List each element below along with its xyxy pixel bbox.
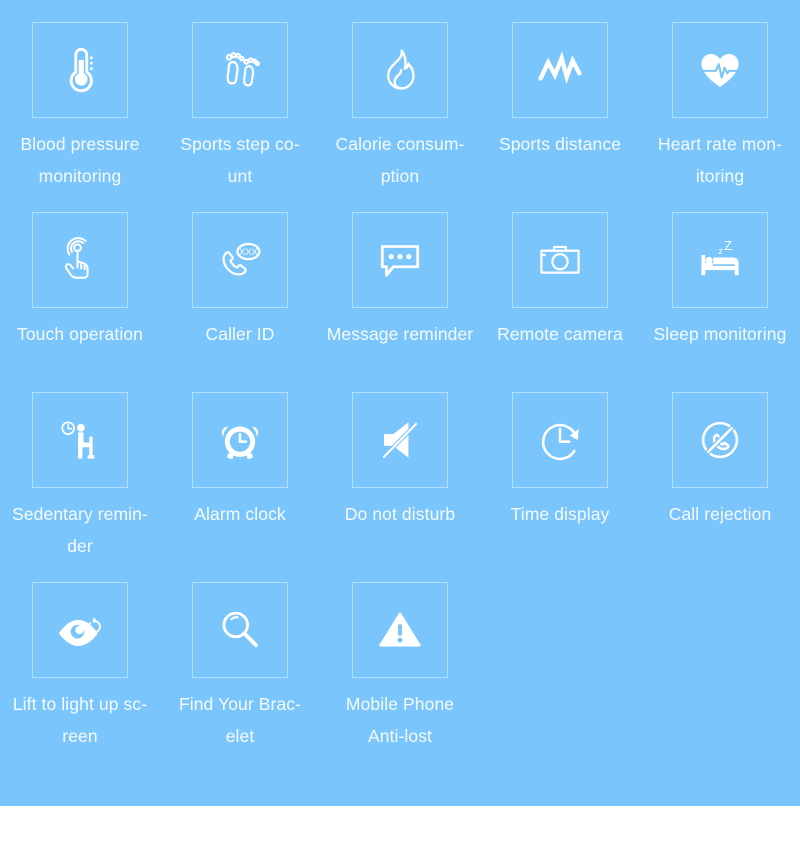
phone-blocked-icon [701,421,739,459]
feature-label: Message reminder [326,324,474,344]
feature-cell-sedentary-reminder[interactable]: Sedentary remin- der [0,392,160,582]
footprints-icon [225,52,260,87]
feature-cell-alarm-clock[interactable]: Alarm clock [160,392,320,582]
feature-label: Touch operation [16,324,144,344]
icon-box[interactable] [352,212,448,308]
feature-label: Sports step co- unt [180,134,300,186]
feature-cell-sleep-monitoring[interactable]: z Z Sleep monitoring [640,212,800,392]
feature-label: Remote camera [497,324,623,344]
feature-board: Blood pressure monitoring Sports step co… [0,0,800,850]
camera-icon [540,245,580,274]
icon-box[interactable] [672,392,768,488]
feature-label: Sleep monitoring [653,324,787,344]
feature-cell-heart-rate-monitoring[interactable]: Heart rate mon- itoring [640,22,800,212]
icon-box[interactable] [512,22,608,118]
icon-box[interactable] [32,22,128,118]
icon-box[interactable] [352,22,448,118]
feature-cell-do-not-disturb[interactable]: Do not disturb [320,392,480,582]
feature-label: Sports distance [498,134,622,154]
heart-pulse-icon [700,53,740,87]
feature-cell-blood-pressure-monitoring[interactable]: Blood pressure monitoring [0,22,160,212]
caller-id-badge-text: XXX [239,247,258,257]
feature-cell-mobile-phone-anti-lost[interactable]: Mobile Phone Anti-lost [320,582,480,772]
icon-box[interactable] [352,392,448,488]
feature-cell-sports-distance[interactable]: Sports distance [480,22,640,212]
feature-label: Do not disturb [344,504,456,524]
feature-label: Blood pressure monitoring [20,134,140,186]
icon-box[interactable]: z Z [672,212,768,308]
feature-cell-touch-operation[interactable]: Touch operation [0,212,160,392]
feature-cell-time-display[interactable]: Time display [480,392,640,582]
feature-label: Mobile Phone Anti-lost [345,694,455,746]
feature-cell-call-rejection[interactable]: Call rejection [640,392,800,582]
feature-cell-sports-step-count[interactable]: Sports step co- unt [160,22,320,212]
sitting-person-clock-icon [61,421,95,459]
icon-box[interactable] [192,22,288,118]
sleep-z-large: Z [724,239,732,253]
icon-box[interactable]: XXX [192,212,288,308]
icon-box[interactable] [672,22,768,118]
feature-label: Sedentary remin- der [12,504,148,556]
feature-label: Find Your Brac- elet [178,694,302,746]
icon-box[interactable] [192,582,288,678]
touch-hand-icon [64,237,89,279]
icon-box[interactable] [192,392,288,488]
icon-box[interactable] [32,212,128,308]
feature-label: Lift to light up sc- reen [12,694,148,746]
icon-box[interactable] [352,582,448,678]
feature-grid: Blood pressure monitoring Sports step co… [0,0,800,806]
zigzag-line-icon [538,51,582,84]
clock-arrow-icon [541,423,579,461]
alarm-clock-icon [221,426,259,459]
icon-box[interactable] [32,582,128,678]
feature-cell-lift-to-light-up-screen[interactable]: Lift to light up sc- reen [0,582,160,772]
feature-label: Time display [510,504,610,524]
feature-label: Caller ID [205,324,275,344]
sleeping-bed-icon: z Z [701,239,739,276]
icon-box[interactable] [32,392,128,488]
feature-cell-calorie-consumption[interactable]: Calorie consum- ption [320,22,480,212]
feature-label: Alarm clock [194,504,286,524]
feature-label: Calorie consum- ption [335,134,465,186]
feature-cell-message-reminder[interactable]: Message reminder [320,212,480,392]
caller-id-phone-icon: XXX [222,242,261,276]
warning-triangle-icon [379,612,421,647]
feature-label: Call rejection [668,504,772,524]
sleep-z-small: z [718,246,723,256]
magnifier-icon [222,611,258,648]
icon-box[interactable] [512,212,608,308]
flame-icon [387,49,415,90]
eye-refresh-icon [58,617,101,647]
feature-label: Heart rate mon- itoring [657,134,783,186]
feature-cell-find-your-bracelet[interactable]: Find Your Brac- elet [160,582,320,772]
icon-box[interactable] [512,392,608,488]
feature-cell-remote-camera[interactable]: Remote camera [480,212,640,392]
chat-bubble-icon [380,245,420,277]
mute-speaker-icon [381,421,419,459]
bottom-white-strip [0,806,800,850]
feature-cell-caller-id[interactable]: XXX Caller ID [160,212,320,392]
thermometer-icon [69,47,93,93]
